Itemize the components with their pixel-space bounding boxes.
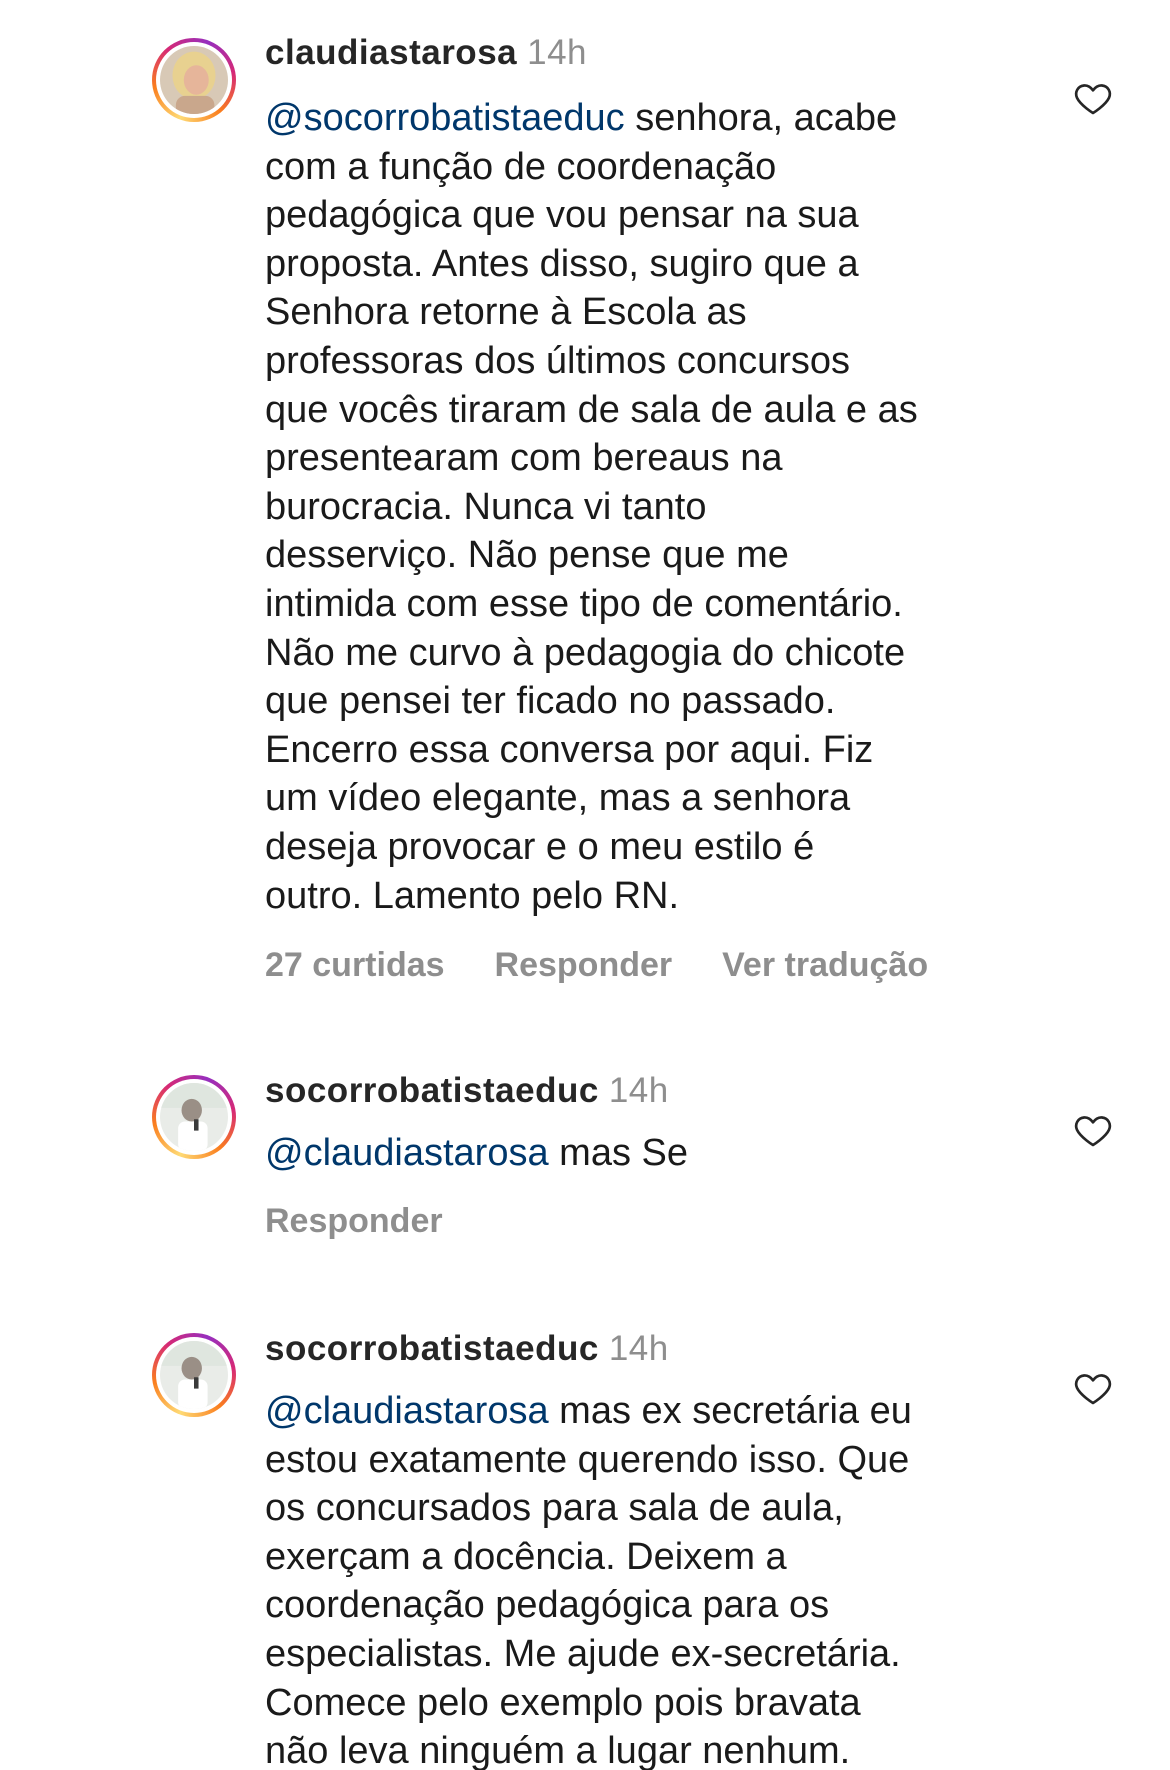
comment-time: 14h bbox=[608, 1071, 669, 1110]
comment-actions: Responder bbox=[265, 1200, 493, 1242]
comment-line: intimida com esse tipo de comentário. bbox=[265, 582, 903, 625]
story-ring[interactable] bbox=[152, 38, 236, 122]
comment-line: professoras dos últimos concursos bbox=[265, 339, 851, 382]
avatar-photo-icon bbox=[160, 1083, 228, 1151]
comment-line: com a função de coordenação bbox=[265, 145, 777, 188]
comment-text: @socorrobatistaeduc senhora, acabe com a… bbox=[265, 94, 1025, 920]
comment-line: desserviço. Não pense que me bbox=[265, 534, 789, 577]
comment-actions: 27 curtidas Responder Ver tradução bbox=[265, 944, 978, 986]
heart-outline-icon[interactable] bbox=[1073, 1368, 1113, 1408]
comment-username[interactable]: claudiastarosa bbox=[265, 33, 517, 72]
comment-line: Senhora retorne à Escola as bbox=[265, 291, 747, 334]
comment-line: exerçam a docência. Deixem a bbox=[265, 1535, 787, 1578]
comment-line: que vocês tiraram de sala de aula e as bbox=[265, 388, 918, 431]
avatar-photo-icon bbox=[160, 1341, 228, 1409]
comment-line: Comece pelo exemplo pois bravata bbox=[265, 1681, 861, 1724]
comment-line: proposta. Antes disso, sugiro que a bbox=[265, 242, 859, 285]
likes-count[interactable]: 27 curtidas bbox=[265, 946, 445, 984]
mention-link[interactable]: @claudiastarosa bbox=[265, 1132, 549, 1174]
comment-line: coordenação pedagógica para os bbox=[265, 1584, 830, 1627]
comment-line: um vídeo elegante, mas a senhora bbox=[265, 777, 851, 820]
avatar-photo-icon bbox=[160, 46, 228, 114]
avatar bbox=[160, 1341, 228, 1409]
comment-line: outro. Lamento pelo RN. bbox=[265, 874, 680, 917]
avatar bbox=[160, 46, 228, 114]
comment-time: 14h bbox=[608, 1329, 669, 1368]
reply-button[interactable]: Responder bbox=[495, 946, 673, 984]
comment-line: deseja provocar e o meu estilo é bbox=[265, 825, 815, 868]
comment-line: Encerro essa conversa por aqui. Fiz bbox=[265, 728, 874, 771]
comment-line: estou exatamente querendo isso. Que bbox=[265, 1438, 910, 1481]
story-ring[interactable] bbox=[152, 1075, 236, 1159]
story-ring[interactable] bbox=[152, 1333, 236, 1417]
comment-time: 14h bbox=[527, 33, 588, 72]
comment-text: @claudiastarosa mas Se bbox=[265, 1132, 688, 1174]
comment-line: não leva ninguém a lugar nenhum. bbox=[265, 1730, 851, 1770]
comment-username[interactable]: socorrobatistaeduc bbox=[265, 1071, 599, 1110]
comment-username[interactable]: socorrobatistaeduc bbox=[265, 1329, 599, 1368]
mention-link[interactable]: @socorrobatistaeduc bbox=[265, 97, 625, 139]
avatar bbox=[160, 1083, 228, 1151]
comment-line: presentearam com bereaus na bbox=[265, 437, 783, 480]
comment-line: pedagógica que vou pensar na sua bbox=[265, 194, 859, 237]
translate-button[interactable]: Ver tradução bbox=[722, 946, 928, 984]
reply-button[interactable]: Responder bbox=[265, 1202, 443, 1240]
comment-line: especialistas. Me ajude ex-secretária. bbox=[265, 1632, 901, 1675]
heart-outline-icon[interactable] bbox=[1073, 78, 1113, 118]
comment-line: os concursados para sala de aula, bbox=[265, 1487, 844, 1530]
heart-outline-icon[interactable] bbox=[1073, 1110, 1113, 1150]
mention-link[interactable]: @claudiastarosa bbox=[265, 1390, 549, 1432]
comment-line: burocracia. Nunca vi tanto bbox=[265, 485, 707, 528]
comment-line: Não me curvo à pedagogia do chicote bbox=[265, 631, 906, 674]
comment-line: que pensei ter ficado no passado. bbox=[265, 680, 836, 723]
comment-text: @claudiastarosa mas ex secretária eu est… bbox=[265, 1387, 1025, 1770]
